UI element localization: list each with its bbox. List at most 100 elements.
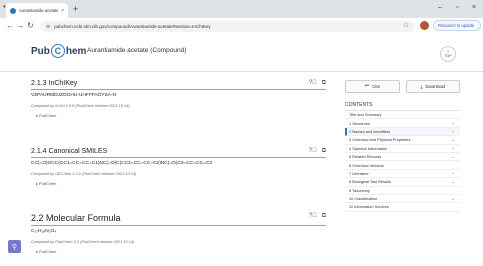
- section-actions: ?⃝ ⧉: [309, 213, 326, 220]
- top-label: TOP: [444, 54, 452, 58]
- toc-item[interactable]: 1 Structures ⌄: [345, 119, 460, 128]
- new-tab-button[interactable]: +: [73, 4, 78, 14]
- download-label: Download: [425, 84, 445, 89]
- link-label: PubChem: [39, 181, 57, 186]
- chevron-down-icon[interactable]: ⌄: [451, 179, 455, 185]
- section-canonical-smiles: 2.1.4 Canonical SMILES ?⃝ ⧉ CC(=O)OCC(CC…: [31, 148, 326, 186]
- share-link-icon[interactable]: ⧉: [322, 80, 326, 87]
- toc-item[interactable]: 7 Literature ⌄: [345, 170, 460, 179]
- section-heading: 2.1.3 InChIKey: [31, 80, 78, 87]
- share-link-icon[interactable]: ⧉: [322, 213, 326, 220]
- formula-citation: Computed by PubChem 2.2 (PubChem release…: [31, 239, 135, 244]
- download-icon: ⤓: [420, 84, 423, 89]
- pubchem-source-link[interactable]: ▸ PubChem: [36, 181, 326, 186]
- toc-item-label: 4 Spectral Information: [349, 145, 388, 151]
- help-icon[interactable]: ?⃝: [309, 148, 317, 155]
- inchikey-value: VZPAURMDJZOGHU-UHFFFAOYSA-N: [31, 93, 116, 98]
- maximize-icon[interactable]: ▫: [456, 4, 458, 11]
- back-to-top-button[interactable]: ? TOP: [440, 46, 456, 62]
- logo-text-pub: Pub: [31, 45, 50, 57]
- url-input[interactable]: ⊜ pubchem.ncbi.nlm.nih.gov/compound/Aura…: [40, 21, 415, 32]
- toc-item[interactable]: 2 Names and Identifiers ⌄: [345, 127, 460, 137]
- contents-list: Title and Summary 1 Structures ⌄ 2 Names an…: [345, 110, 460, 212]
- toc-item-label: 2 Names and Identifiers: [349, 128, 391, 134]
- address-bar-row: ← → ↻ ⊜ pubchem.ncbi.nlm.nih.gov/compoun…: [0, 18, 483, 36]
- chevron-down-icon[interactable]: ⌄: [451, 137, 455, 143]
- minimize-icon[interactable]: –: [438, 4, 442, 11]
- url-text: pubchem.ncbi.nlm.nih.gov/compound/Aurant…: [54, 24, 211, 29]
- contents-heading: CONTENTS: [345, 102, 373, 108]
- reload-icon[interactable]: ↻: [27, 21, 34, 31]
- table-of-contents-sidebar: ❝❞ Cite ⤓ Download CONTENTS Title and Su…: [345, 80, 460, 266]
- chevron-down-icon[interactable]: ⌄: [451, 128, 455, 134]
- toc-item[interactable]: 10 Classification ⌄: [345, 195, 460, 204]
- toc-item-label: 5 Related Records: [349, 154, 382, 160]
- link-label: PubChem: [39, 113, 57, 118]
- bookmark-star-icon[interactable]: ☆: [403, 21, 409, 29]
- chevron-down-icon[interactable]: ⌄: [451, 196, 455, 202]
- smiles-value: CC(=O)OCC(CC1=CC=CC=C1)NC(=O)C(CC2=CC=CC…: [31, 161, 212, 166]
- logo-c-icon: C: [50, 44, 65, 58]
- link-label: PubChem: [39, 249, 57, 254]
- toc-item[interactable]: 4 Spectral Information ⌄: [345, 145, 460, 153]
- browser-tab[interactable]: Aurantiamide acetate | C27H28... ×: [6, 3, 68, 18]
- cite-label: Cite: [372, 84, 381, 89]
- logo-text-hem: hem: [65, 45, 87, 57]
- section-actions: ?⃝ ⧉: [309, 80, 326, 87]
- toc-item[interactable]: Title and Summary: [345, 111, 460, 120]
- toc-item-label: 6 Chemical Vendors: [349, 162, 384, 168]
- smiles-citation: Computed by OEChem 2.3.0 (PubChem releas…: [31, 171, 137, 176]
- toc-item-label: 8 Biological Test Results: [349, 179, 392, 185]
- toc-item[interactable]: 5 Related Records ⌄: [345, 153, 460, 162]
- section-actions: ?⃝ ⧉: [309, 148, 326, 155]
- toc-item-label: 9 Taxonomy: [349, 187, 370, 193]
- toc-item-label: 3 Chemical and Physical Properties: [349, 137, 411, 143]
- pubchem-source-link[interactable]: ▸ PubChem: [36, 113, 326, 118]
- toc-item-label: 1 Structures: [349, 120, 370, 126]
- chevron-down-icon[interactable]: ⌄: [451, 120, 455, 126]
- toc-item[interactable]: 3 Chemical and Physical Properties ⌄: [345, 136, 460, 145]
- toc-item[interactable]: 9 Taxonomy: [345, 187, 460, 195]
- pubchem-logo[interactable]: Pub C hem: [31, 44, 86, 58]
- browser-tab-bar: ▾ Aurantiamide acetate | C27H28... × + –…: [0, 0, 483, 18]
- back-icon[interactable]: ←: [6, 21, 14, 31]
- compound-title: Aurantiamide acetate (Compound): [87, 47, 187, 54]
- toc-item[interactable]: 11 Information Sources: [345, 203, 460, 212]
- chevron-down-icon[interactable]: ⌄: [451, 154, 455, 160]
- toc-item[interactable]: 8 Biological Test Results ⌄: [345, 178, 460, 187]
- close-window-icon[interactable]: ×: [472, 4, 476, 11]
- relaunch-button[interactable]: Relaunch to update: [433, 20, 481, 31]
- help-icon[interactable]: ?⃝: [309, 213, 317, 220]
- inchikey-citation: Computed by InChI 1.0.6 (PubChem release…: [31, 103, 130, 108]
- help-icon[interactable]: ?⃝: [309, 80, 317, 87]
- section-heading: 2.2 Molecular Formula: [31, 213, 121, 223]
- section-heading: 2.1.4 Canonical SMILES: [31, 148, 108, 155]
- profile-avatar[interactable]: [420, 21, 429, 30]
- main-content: 2.1.3 InChIKey ?⃝ ⧉ VZPAURMDJZOGHU-UHFFF…: [31, 80, 326, 266]
- site-info-icon[interactable]: ⊜: [46, 24, 50, 30]
- page-header: Pub C hem Aurantiamide acetate (Compound…: [0, 35, 483, 72]
- quote-icon: ❝❞: [364, 83, 370, 89]
- heading-underline: [31, 225, 326, 226]
- section-inchikey: 2.1.3 InChIKey ?⃝ ⧉ VZPAURMDJZOGHU-UHFFF…: [31, 80, 326, 118]
- tab-title: Aurantiamide acetate | C27H28...: [19, 8, 59, 13]
- pubchem-source-link[interactable]: ▸ PubChem: [36, 249, 326, 254]
- close-tab-icon[interactable]: ×: [61, 8, 64, 14]
- toc-item-label: 11 Information Sources: [349, 204, 389, 210]
- toc-item-label: 10 Classification: [349, 196, 378, 202]
- toc-item-label: Title and Summary: [349, 112, 382, 118]
- toc-item-label: 7 Literature: [349, 170, 369, 176]
- download-button[interactable]: ⤓ Download: [405, 80, 460, 93]
- formula-value: C₂₇H₂₈N₂O₄: [31, 229, 57, 234]
- heading-underline: [31, 89, 326, 90]
- chevron-down-icon[interactable]: ⌄: [451, 170, 455, 176]
- chevron-down-icon[interactable]: ⌄: [451, 145, 455, 151]
- section-molecular-formula: 2.2 Molecular Formula ?⃝ ⧉ C₂₇H₂₈N₂O₄ Co…: [31, 213, 326, 254]
- heading-underline: [31, 157, 326, 158]
- pubchem-favicon-icon: [10, 7, 16, 14]
- toc-item[interactable]: 6 Chemical Vendors: [345, 161, 460, 170]
- share-link-icon[interactable]: ⧉: [322, 148, 326, 155]
- floating-helper-icon[interactable]: ⚲: [8, 240, 21, 253]
- cite-button[interactable]: ❝❞ Cite: [345, 80, 400, 93]
- forward-icon[interactable]: →: [16, 21, 24, 31]
